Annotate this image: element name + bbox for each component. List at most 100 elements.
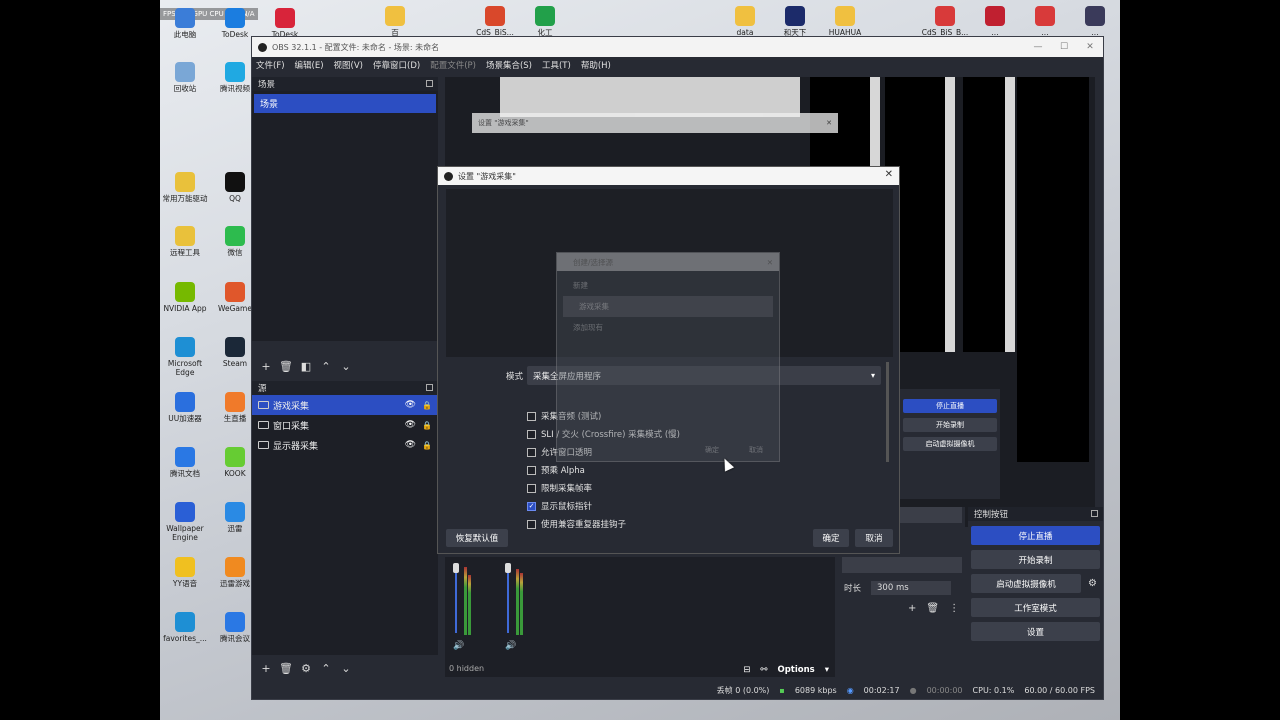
add-icon[interactable]: + xyxy=(908,603,916,614)
chevron-down-icon[interactable]: ▾ xyxy=(825,665,829,675)
desktop-icon[interactable]: 百 xyxy=(370,6,420,37)
checkbox[interactable] xyxy=(527,411,536,421)
scrollbar[interactable] xyxy=(886,362,889,462)
option-row[interactable]: 限制采集帧率 xyxy=(527,482,592,494)
menu-view[interactable]: 视图(V) xyxy=(334,59,363,71)
desktop-icon[interactable]: HUAHUA xyxy=(820,6,870,37)
trash-icon[interactable]: 🗑 xyxy=(926,603,939,614)
checkbox[interactable] xyxy=(527,483,536,493)
start-recording-button[interactable]: 开始录制 xyxy=(971,550,1100,569)
close-icon[interactable]: ✕ xyxy=(1077,42,1103,52)
down-icon[interactable]: ⌄ xyxy=(336,662,356,675)
desktop-icon[interactable]: 腾讯文档 xyxy=(160,447,210,478)
option-row[interactable]: ✓ 显示鼠标指针 xyxy=(527,500,592,512)
menu-tools[interactable]: 工具(T) xyxy=(542,59,571,71)
virtual-camera-button[interactable]: 启动虚拟摄像机 xyxy=(971,574,1082,593)
add-icon[interactable]: + xyxy=(256,360,276,373)
maximize-icon[interactable]: ☐ xyxy=(1051,42,1077,52)
desktop-icon[interactable]: data xyxy=(720,6,770,37)
desktop-icon[interactable]: CdS_BiS... xyxy=(470,6,520,37)
minimize-icon[interactable]: — xyxy=(1025,42,1051,52)
down-icon[interactable]: ⌄ xyxy=(336,360,356,373)
option-row[interactable]: 预乘 Alpha xyxy=(527,464,585,476)
menu-edit[interactable]: 编辑(E) xyxy=(295,59,324,71)
settings-button[interactable]: 设置 xyxy=(971,622,1100,641)
ok-button[interactable]: 确定 xyxy=(813,529,849,547)
menu-file[interactable]: 文件(F) xyxy=(256,59,285,71)
desktop-icon[interactable]: ... xyxy=(1070,6,1120,37)
desktop-icon[interactable]: ... xyxy=(1020,6,1070,37)
gear-icon[interactable]: ⚙ xyxy=(296,662,316,675)
lock-icon[interactable]: 🔒 xyxy=(422,401,432,410)
source-item-game-capture[interactable]: 游戏采集 👁 🔒 xyxy=(252,395,438,415)
stop-streaming-button[interactable]: 停止直播 xyxy=(971,526,1100,545)
close-icon[interactable]: ✕ xyxy=(885,169,893,180)
cancel-button[interactable]: 取消 xyxy=(855,529,893,547)
undock-icon[interactable] xyxy=(426,80,433,87)
trash-icon[interactable]: 🗑 xyxy=(276,360,296,373)
checkbox[interactable]: ✓ xyxy=(527,501,536,511)
duration-input[interactable]: 300 ms xyxy=(871,581,952,595)
desktop-icon[interactable]: ... xyxy=(970,6,1020,37)
desktop-icon[interactable]: 常用万能驱动 xyxy=(160,172,210,203)
desktop-icon[interactable]: Wallpaper Engine xyxy=(160,502,210,542)
undock-icon[interactable] xyxy=(1091,510,1098,517)
scenes-toolbar: + 🗑 ◧ ⌃ ⌄ xyxy=(252,355,356,377)
monitor-icon xyxy=(258,441,269,449)
checkbox[interactable] xyxy=(527,447,536,457)
undock-icon[interactable] xyxy=(426,384,433,391)
source-label: 游戏采集 xyxy=(273,401,310,412)
volume-slider[interactable] xyxy=(453,563,459,573)
studio-mode-button[interactable]: 工作室模式 xyxy=(971,598,1100,617)
desktop-icon[interactable]: 和天下 xyxy=(770,6,820,37)
source-item-display-capture[interactable]: 显示器采集 👁 🔒 xyxy=(252,435,438,455)
desktop-icon[interactable]: CdS_BiS_B... xyxy=(920,6,970,37)
checkbox[interactable] xyxy=(527,429,536,439)
option-row[interactable]: 使用兼容重复器挂钩子 xyxy=(527,518,626,530)
gear-icon[interactable]: ⚙ xyxy=(1088,578,1097,589)
speaker-icon[interactable]: 🔊 xyxy=(453,641,464,651)
reset-defaults-button[interactable]: 恢复默认值 xyxy=(446,529,508,547)
checkbox[interactable] xyxy=(527,465,536,475)
eye-icon[interactable]: 👁 xyxy=(405,420,416,430)
obs-titlebar[interactable]: OBS 32.1.1 - 配置文件: 未命名 - 场景: 未命名 — ☐ ✕ xyxy=(252,37,1103,57)
desktop-icon[interactable]: 回收站 xyxy=(160,62,210,93)
background-dialog-title: 设置 "游戏采集" xyxy=(478,119,529,127)
checkbox[interactable] xyxy=(527,519,536,529)
desktop-icon[interactable]: NVIDIA App xyxy=(160,282,210,313)
desktop-icon[interactable]: YY语音 xyxy=(160,557,210,588)
source-item-window-capture[interactable]: 窗口采集 👁 🔒 xyxy=(252,415,438,435)
desktop-icon[interactable]: 远程工具 xyxy=(160,226,210,257)
speaker-icon[interactable]: 🔊 xyxy=(505,641,516,651)
lock-icon[interactable]: 🔒 xyxy=(422,421,432,430)
menu-help[interactable]: 帮助(H) xyxy=(581,59,611,71)
up-icon[interactable]: ⌃ xyxy=(316,360,336,373)
menu-profile[interactable]: 配置文件(P) xyxy=(430,59,476,71)
link-icon[interactable]: ⚯ xyxy=(760,665,767,675)
desktop-icon[interactable]: ToDesk xyxy=(210,8,260,39)
scene-item[interactable]: 场景 xyxy=(254,94,436,113)
volume-slider[interactable] xyxy=(505,563,511,573)
add-icon[interactable]: + xyxy=(256,662,276,675)
desktop-icon[interactable]: UU加速器 xyxy=(160,392,210,423)
up-icon[interactable]: ⌃ xyxy=(316,662,336,675)
filter-icon[interactable]: ◧ xyxy=(296,360,316,373)
transition-type-select[interactable] xyxy=(842,557,962,573)
desktop-icon[interactable]: ToDesk xyxy=(260,8,310,39)
eye-icon[interactable]: 👁 xyxy=(405,440,416,450)
app-icon xyxy=(175,612,195,632)
layout-icon[interactable]: ⊟ xyxy=(743,665,750,675)
desktop-icon[interactable]: 此电脑 xyxy=(160,8,210,39)
menu-scene-collection[interactable]: 场景集合(S) xyxy=(486,59,532,71)
more-icon[interactable]: ⋮ xyxy=(949,603,959,614)
fps: 60.00 / 60.00 FPS xyxy=(1024,685,1095,695)
desktop-icon[interactable]: favorites_... xyxy=(160,612,210,643)
desktop-icon[interactable]: Microsoft Edge xyxy=(160,337,210,377)
trash-icon[interactable]: 🗑 xyxy=(276,662,296,675)
eye-icon[interactable]: 👁 xyxy=(405,400,416,410)
lock-icon[interactable]: 🔒 xyxy=(422,441,432,450)
menu-docks[interactable]: 停靠窗口(D) xyxy=(373,59,420,71)
dialog-titlebar[interactable]: 设置 "游戏采集" ✕ xyxy=(438,167,899,185)
options-button[interactable]: Options xyxy=(777,665,814,675)
desktop-icon[interactable]: 化工 xyxy=(520,6,570,37)
